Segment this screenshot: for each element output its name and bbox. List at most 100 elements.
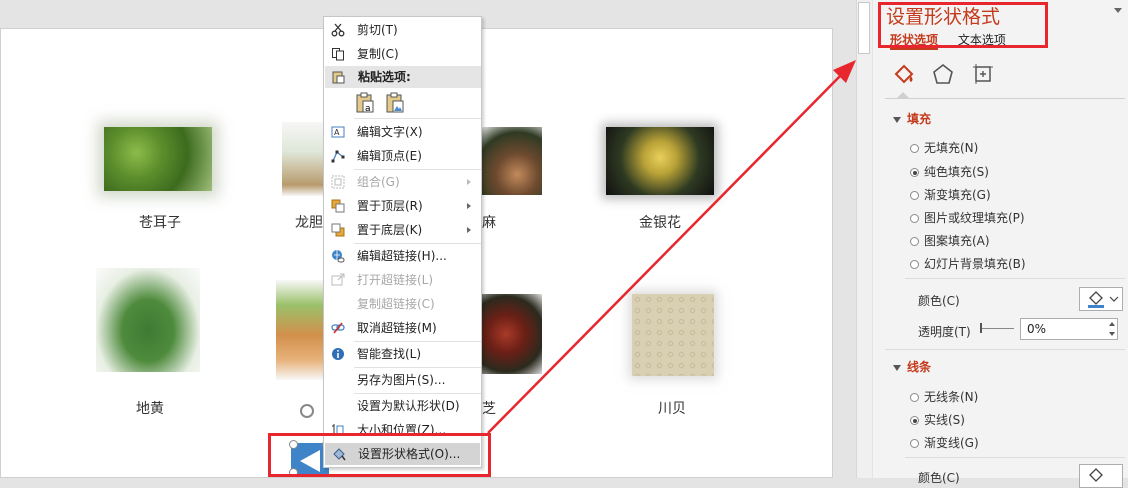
radio-label: 图片或纹理填充(P) <box>924 211 1025 225</box>
line-section-header[interactable]: 线条 <box>893 358 931 375</box>
radio-picture-fill[interactable]: 图片或纹理填充(P) <box>910 209 1025 226</box>
radio-button[interactable] <box>910 214 919 223</box>
fill-section-header[interactable]: 填充 <box>893 110 931 127</box>
radio-label: 实线(S) <box>924 413 965 427</box>
vertical-scrollbar[interactable] <box>856 0 872 478</box>
open-link-icon <box>331 273 345 286</box>
effects-pentagon-icon[interactable] <box>931 62 955 86</box>
paste-picture-icon[interactable] <box>385 92 405 114</box>
herb-caption: 苍耳子 <box>139 215 181 231</box>
radio-label: 幻灯片背景填充(B) <box>924 257 1026 271</box>
radio-no-fill[interactable]: 无填充(N) <box>910 139 978 156</box>
workspace-gutter <box>833 0 856 478</box>
divider <box>905 278 1125 279</box>
radio-button[interactable] <box>910 439 919 448</box>
menu-item-cut[interactable]: 剪切(T) <box>324 19 481 41</box>
radio-button[interactable] <box>910 416 919 425</box>
menu-item-save-as-picture[interactable]: 另存为图片(S)... <box>324 369 481 391</box>
group-icon <box>331 175 345 189</box>
menu-header-paste-options: 粘贴选项: <box>325 66 481 88</box>
transparency-slider-thumb[interactable] <box>980 323 982 333</box>
svg-text:A: A <box>334 128 340 137</box>
transparency-slider[interactable] <box>980 328 1014 329</box>
radio-pattern-fill[interactable]: 图案填充(A) <box>910 232 990 249</box>
radio-button[interactable] <box>910 237 919 246</box>
size-properties-icon[interactable] <box>971 62 995 86</box>
radio-button[interactable] <box>910 168 919 177</box>
menu-item-send-to-back[interactable]: 置于底层(K) <box>324 219 481 241</box>
herb-image-chuanbei[interactable] <box>632 294 714 376</box>
menu-item-label: 另存为图片(S)... <box>357 373 446 387</box>
menu-item-label: 智能查找(L) <box>357 347 422 361</box>
radio-label: 渐变填充(G) <box>924 188 991 202</box>
radio-solid-fill[interactable]: 纯色填充(S) <box>910 163 989 180</box>
smart-lookup-icon <box>332 348 344 360</box>
menu-separator <box>354 169 481 170</box>
edit-points-icon <box>331 150 345 163</box>
menu-separator <box>354 341 481 342</box>
menu-item-edit-text[interactable]: A 编辑文字(X) <box>324 121 481 143</box>
bring-front-icon <box>331 199 345 213</box>
menu-item-remove-hyperlink[interactable]: 取消超链接(M) <box>324 317 481 339</box>
radio-no-line[interactable]: 无线条(N) <box>910 388 978 405</box>
submenu-arrow-icon <box>467 179 471 185</box>
radio-slide-background-fill[interactable]: 幻灯片背景填充(B) <box>910 255 1026 272</box>
herb-image-dihuang[interactable] <box>96 268 200 372</box>
menu-item-label: 置于底层(K) <box>357 223 423 237</box>
fill-line-icon[interactable] <box>891 62 917 88</box>
paste-keep-text-icon[interactable]: a <box>355 92 375 114</box>
rotate-handle-icon[interactable] <box>300 404 314 418</box>
spin-up-icon[interactable] <box>1109 322 1115 326</box>
menu-item-highlight-box <box>268 433 491 477</box>
context-menu: 剪切(T) 复制(C) 粘贴选项: a A 编辑文字(X) 编辑顶点(E) 组合… <box>323 16 482 468</box>
herb-image-ma[interactable] <box>480 127 542 195</box>
menu-item-edit-hyperlink[interactable]: 编辑超链接(H)... <box>324 245 481 267</box>
menu-item-set-default-shape[interactable]: 设置为默认形状(D) <box>324 395 481 417</box>
radio-gradient-line[interactable]: 渐变线(G) <box>910 434 979 451</box>
radio-solid-line[interactable]: 实线(S) <box>910 411 965 428</box>
herb-caption: 川贝 <box>658 401 686 417</box>
menu-item-group[interactable]: 组合(G) <box>324 171 481 193</box>
radio-button[interactable] <box>910 393 919 402</box>
menu-item-label: 置于顶层(R) <box>357 199 423 213</box>
menu-item-smart-lookup[interactable]: 智能查找(L) <box>324 343 481 365</box>
menu-separator <box>354 367 481 368</box>
radio-gradient-fill[interactable]: 渐变填充(G) <box>910 186 991 203</box>
menu-item-label: 编辑文字(X) <box>357 125 423 139</box>
collapse-triangle-icon <box>893 364 901 371</box>
menu-item-open-hyperlink[interactable]: 打开超链接(L) <box>324 269 481 291</box>
menu-item-label: 组合(G) <box>357 175 400 189</box>
edit-text-icon: A <box>331 126 345 138</box>
menu-item-label: 取消超链接(M) <box>357 321 437 335</box>
transparency-input[interactable]: 0% <box>1020 318 1118 340</box>
menu-item-edit-points[interactable]: 编辑顶点(E) <box>324 145 481 167</box>
menu-separator <box>354 118 481 119</box>
scrollbar-thumb[interactable] <box>858 2 870 54</box>
herb-caption: 金银花 <box>639 215 681 231</box>
radio-button[interactable] <box>910 260 919 269</box>
menu-item-bring-to-front[interactable]: 置于顶层(R) <box>324 195 481 217</box>
menu-item-copy[interactable]: 复制(C) <box>324 43 481 65</box>
copy-icon <box>332 48 344 61</box>
herb-image-renshen[interactable] <box>276 280 324 380</box>
herb-caption: 地黄 <box>136 401 164 417</box>
line-color-button[interactable] <box>1079 464 1123 488</box>
menu-item-label: 剪切(T) <box>357 23 398 37</box>
herb-image-lingzhi[interactable] <box>482 294 542 374</box>
divider <box>885 349 1125 350</box>
fill-color-button[interactable] <box>1079 287 1123 311</box>
radio-button[interactable] <box>910 191 919 200</box>
spin-down-icon[interactable] <box>1109 332 1115 336</box>
herb-image-longdan[interactable] <box>282 122 324 196</box>
herb-caption: 龙胆 <box>295 215 323 231</box>
pane-options-dropdown-icon[interactable] <box>1114 8 1122 13</box>
radio-label: 无线条(N) <box>924 390 979 404</box>
radio-label: 渐变线(G) <box>924 436 979 450</box>
divider <box>905 457 1125 458</box>
radio-label: 纯色填充(S) <box>924 165 989 179</box>
paint-bucket-icon <box>1089 468 1103 482</box>
herb-image-cangerzi[interactable] <box>104 127 212 191</box>
menu-item-copy-hyperlink[interactable]: 复制超链接(C) <box>324 293 481 315</box>
herb-image-jinyinhua[interactable] <box>606 127 714 195</box>
radio-button[interactable] <box>910 144 919 153</box>
